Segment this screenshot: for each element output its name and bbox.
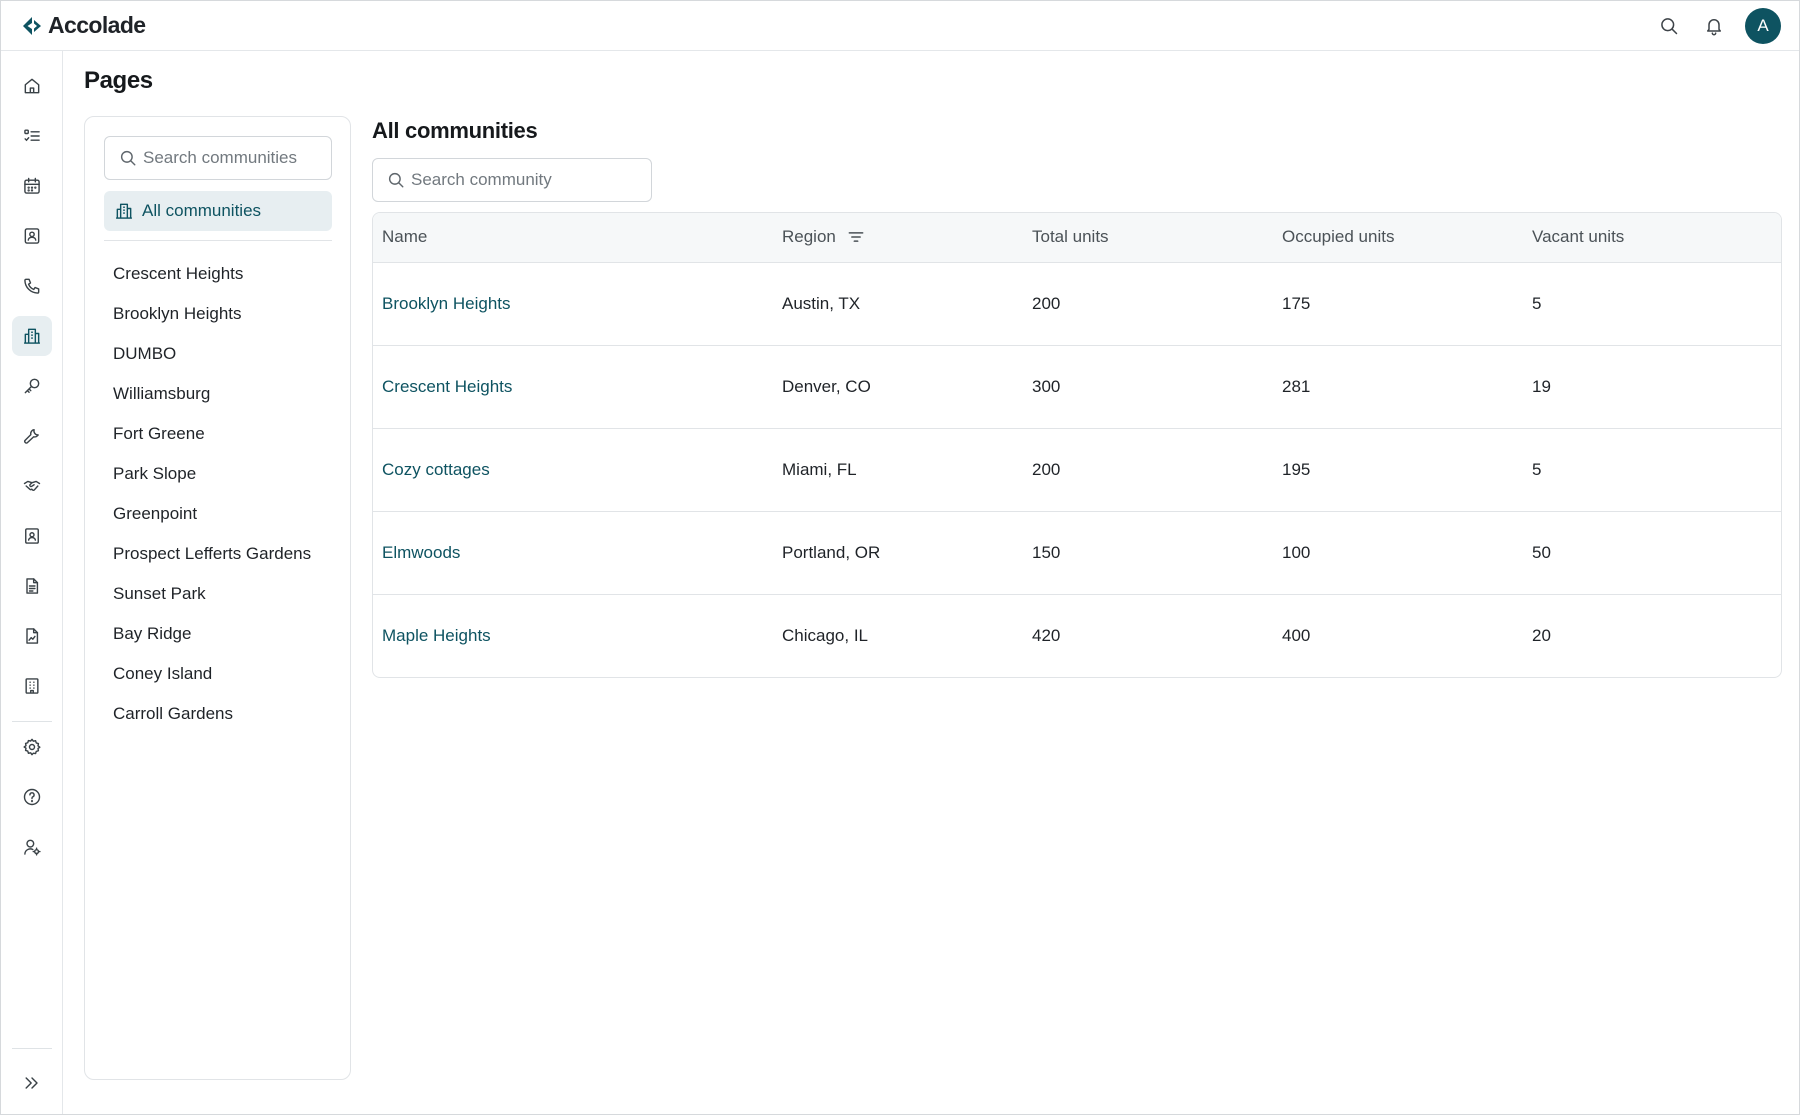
cell-occupied-units: 281 (1273, 344, 1523, 428)
cell-occupied-units: 195 (1273, 427, 1523, 511)
community-link[interactable]: Brooklyn Heights (382, 294, 511, 313)
column-header-name[interactable]: Name (373, 213, 773, 263)
cell-occupied-units: 100 (1273, 510, 1523, 594)
community-item[interactable]: Fort Greene (104, 414, 332, 454)
contact-card-icon[interactable] (12, 216, 52, 256)
cell-name: Crescent Heights (373, 344, 773, 428)
handshake-icon[interactable] (12, 466, 52, 506)
cell-region: Chicago, IL (773, 593, 1023, 677)
table-row: Maple Heights Chicago, IL 420 400 20 (373, 593, 1781, 677)
document-icon[interactable] (12, 566, 52, 606)
cell-total-units: 420 (1023, 593, 1273, 677)
cell-total-units: 200 (1023, 427, 1273, 511)
cell-region: Portland, OR (773, 510, 1023, 594)
community-link[interactable]: Crescent Heights (382, 377, 512, 396)
page-title: Pages (84, 67, 153, 94)
sidebar-rail (1, 51, 63, 1114)
table-row: Brooklyn Heights Austin, TX 200 175 5 (373, 262, 1781, 345)
cell-vacant-units: 5 (1523, 427, 1781, 511)
community-list: Crescent Heights Brooklyn Heights DUMBO … (104, 254, 332, 734)
community-item[interactable]: Williamsburg (104, 374, 332, 414)
brand[interactable]: Accolade (21, 12, 146, 39)
community-search-input[interactable] (143, 148, 323, 168)
rail-divider (12, 721, 52, 722)
communities-panel: All communities Crescent Heights Brookly… (84, 116, 351, 1080)
community-item[interactable]: Carroll Gardens (104, 694, 332, 734)
all-communities-item[interactable]: All communities (104, 191, 332, 231)
search-icon (119, 149, 137, 167)
cell-vacant-units: 19 (1523, 344, 1781, 428)
cell-region: Miami, FL (773, 427, 1023, 511)
cell-vacant-units: 20 (1523, 593, 1781, 677)
cell-occupied-units: 175 (1282, 293, 1311, 313)
cell-name: Maple Heights (373, 593, 773, 677)
community-link[interactable]: Cozy cottages (382, 460, 490, 479)
community-item[interactable]: Prospect Lefferts Gardens (104, 534, 332, 574)
report-icon[interactable] (12, 616, 52, 656)
table-search-input[interactable] (411, 170, 591, 190)
search-icon (387, 171, 405, 189)
community-item[interactable]: Park Slope (104, 454, 332, 494)
cell-name: Elmwoods (373, 510, 773, 594)
avatar[interactable]: A (1745, 8, 1781, 44)
cell-occupied-units: 400 (1273, 593, 1523, 677)
cell-total-units: 200 (1032, 293, 1061, 313)
all-communities-label: All communities (142, 201, 262, 220)
buildings-icon (114, 201, 134, 221)
tasks-icon[interactable] (12, 116, 52, 156)
communities-table: Name Region Total units Occupied units V… (372, 212, 1782, 678)
community-link[interactable]: Maple Heights (382, 626, 491, 645)
community-item[interactable]: DUMBO (104, 334, 332, 374)
panel-divider (104, 240, 332, 241)
table-search-box[interactable] (372, 158, 652, 202)
community-item[interactable]: Brooklyn Heights (104, 294, 332, 334)
brand-name: Accolade (48, 12, 146, 38)
community-item[interactable]: Bay Ridge (104, 614, 332, 654)
community-item[interactable]: Crescent Heights (104, 254, 332, 294)
bell-icon[interactable] (1696, 8, 1732, 44)
column-header-total-units[interactable]: Total units (1023, 213, 1273, 263)
building-icon[interactable] (12, 666, 52, 706)
cell-region: Austin, TX (782, 293, 861, 313)
table-row: Cozy cottages Miami, FL 200 195 5 (373, 427, 1781, 511)
cell-total-units: 150 (1023, 510, 1273, 594)
user-settings-icon[interactable] (12, 827, 52, 867)
settings-icon[interactable] (12, 727, 52, 767)
communities-icon[interactable] (12, 316, 52, 356)
table-header-row: Name Region Total units Occupied units V… (373, 213, 1781, 263)
rail-bottom-divider (12, 1048, 52, 1049)
directory-icon[interactable] (12, 516, 52, 556)
community-search-box[interactable] (104, 136, 332, 180)
column-header-vacant-units[interactable]: Vacant units (1523, 213, 1781, 263)
community-link[interactable]: Elmwoods (382, 543, 460, 562)
accolade-logo-icon (21, 14, 45, 38)
help-icon[interactable] (12, 777, 52, 817)
key-icon[interactable] (12, 366, 52, 406)
search-icon[interactable] (1651, 8, 1687, 44)
filter-icon[interactable] (846, 227, 866, 247)
wrench-icon[interactable] (12, 416, 52, 456)
cell-region: Denver, CO (773, 344, 1023, 428)
cell-name: Cozy cottages (373, 427, 773, 511)
top-bar-actions: A (1651, 1, 1781, 51)
top-bar: Accolade A (1, 1, 1799, 51)
table-row: Crescent Heights Denver, CO 300 281 19 (373, 344, 1781, 428)
cell-name: Brooklyn Heights (373, 262, 773, 345)
table-row: Elmwoods Portland, OR 150 100 50 (373, 510, 1781, 594)
community-item[interactable]: Greenpoint (104, 494, 332, 534)
cell-total-units: 300 (1023, 344, 1273, 428)
community-item[interactable]: Coney Island (104, 654, 332, 694)
cell-vacant-units: 5 (1532, 293, 1542, 313)
calendar-icon[interactable] (12, 166, 52, 206)
phone-icon[interactable] (12, 266, 52, 306)
community-item[interactable]: Sunset Park (104, 574, 332, 614)
column-header-occupied-units[interactable]: Occupied units (1273, 213, 1523, 263)
column-header-region[interactable]: Region (773, 213, 1023, 263)
home-icon[interactable] (12, 66, 52, 106)
cell-vacant-units: 50 (1523, 510, 1781, 594)
column-header-region-label: Region (782, 227, 836, 247)
expand-sidebar-icon[interactable] (12, 1063, 52, 1103)
section-title: All communities (372, 118, 538, 143)
